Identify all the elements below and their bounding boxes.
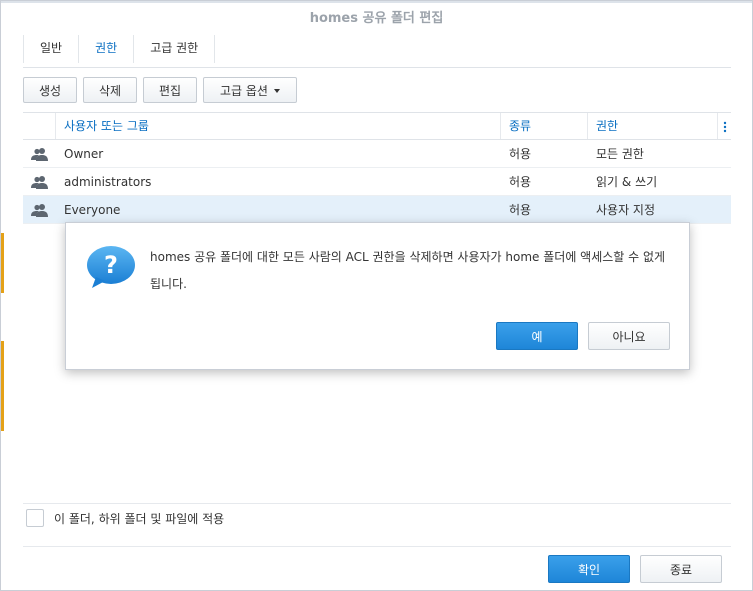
edit-shared-folder-window: homes 공유 폴더 편집 일반 권한 고급 권한 생성 삭제 편집 고급 옵…: [0, 0, 753, 591]
close-button[interactable]: 종료: [640, 555, 722, 583]
header-user-or-group[interactable]: 사용자 또는 그룹: [56, 113, 501, 139]
row-permission: 읽기 & 쓰기: [596, 175, 658, 189]
divider: [23, 546, 731, 547]
user-group-icon: [23, 203, 56, 217]
advanced-options-label: 고급 옵션: [220, 83, 268, 98]
left-edge-accent: [1, 341, 4, 431]
permissions-grid: 사용자 또는 그룹 종류 권한 Owner 허용 모든 권한 administr…: [23, 112, 731, 224]
header-type[interactable]: 종류: [501, 113, 588, 139]
apply-to-subfolders-option[interactable]: 이 폴더, 하위 폴더 및 파일에 적용: [26, 509, 224, 527]
delete-button[interactable]: 삭제: [83, 77, 137, 103]
tab-advanced-permissions[interactable]: 고급 권한: [134, 35, 216, 63]
row-user-name: Everyone: [64, 202, 121, 217]
window-title: homes 공유 폴더 편집: [309, 11, 444, 26]
divider: [23, 503, 731, 504]
tab-general[interactable]: 일반: [23, 35, 80, 63]
left-edge-accent: [1, 233, 4, 293]
advanced-options-button[interactable]: 고급 옵션: [203, 77, 297, 103]
row-type: 허용: [509, 147, 532, 161]
yes-button[interactable]: 예: [496, 322, 578, 350]
user-group-icon: [23, 175, 56, 189]
table-row[interactable]: administrators 허용 읽기 & 쓰기: [23, 168, 731, 196]
toolbar: 생성 삭제 편집 고급 옵션: [23, 77, 297, 103]
chevron-down-icon: [273, 89, 280, 93]
row-user-name: administrators: [64, 174, 152, 189]
header-icon-column: [23, 113, 56, 139]
column-menu-icon[interactable]: [718, 113, 731, 139]
row-permission: 모든 권한: [596, 147, 644, 161]
row-type: 허용: [509, 203, 532, 217]
table-row[interactable]: Everyone 허용 사용자 지정: [23, 196, 731, 224]
row-user-name: Owner: [64, 146, 104, 161]
question-icon: ?: [86, 245, 136, 289]
confirm-dialog: ? homes 공유 폴더에 대한 모든 사람의 ACL 권한을 삭제하면 사용…: [65, 222, 690, 370]
tab-divider: [23, 67, 731, 68]
no-button[interactable]: 아니요: [588, 322, 670, 350]
user-group-icon: [23, 147, 56, 161]
ok-button[interactable]: 확인: [548, 555, 630, 583]
table-row[interactable]: Owner 허용 모든 권한: [23, 140, 731, 168]
grid-header: 사용자 또는 그룹 종류 권한: [23, 112, 731, 140]
tab-permissions[interactable]: 권한: [79, 35, 135, 63]
edit-button[interactable]: 편집: [143, 77, 197, 103]
row-type: 허용: [509, 175, 532, 189]
create-button[interactable]: 생성: [23, 77, 77, 103]
header-permission[interactable]: 권한: [588, 113, 718, 139]
dialog-message: homes 공유 폴더에 대한 모든 사람의 ACL 권한을 삭제하면 사용자가…: [150, 250, 666, 291]
apply-to-subfolders-label: 이 폴더, 하위 폴더 및 파일에 적용: [54, 511, 225, 526]
row-permission: 사용자 지정: [596, 203, 656, 217]
svg-text:?: ?: [104, 251, 118, 279]
tab-bar: 일반 권한 고급 권한: [23, 35, 216, 65]
apply-to-subfolders-checkbox[interactable]: [26, 509, 44, 527]
